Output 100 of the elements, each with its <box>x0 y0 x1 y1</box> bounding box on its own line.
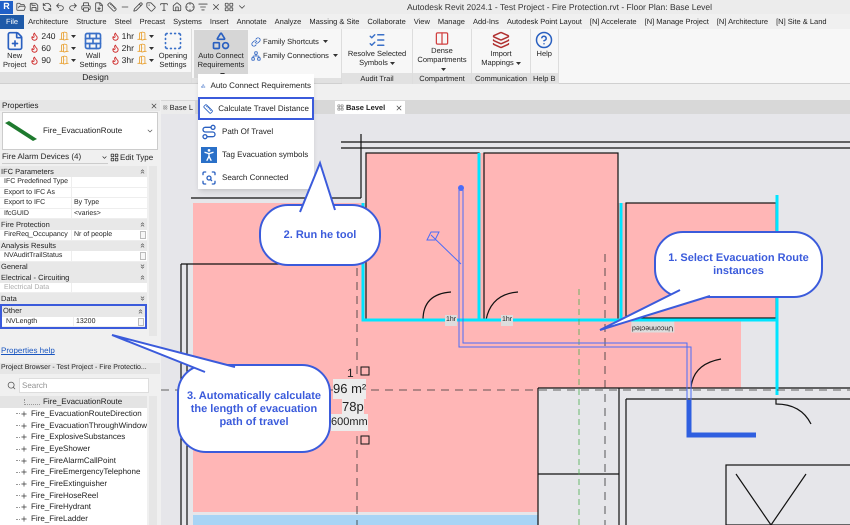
tree-item[interactable]: Fire_FireEmergencyTelephone <box>0 466 147 478</box>
checklist-icon <box>368 31 386 49</box>
fire-rating-button[interactable]: 2hr <box>110 42 134 54</box>
menu-item[interactable]: Calculate Travel Distance <box>198 97 314 120</box>
caret-icon <box>148 34 154 38</box>
door-dropdown-button[interactable] <box>58 30 76 42</box>
panel-title: Properties <box>2 100 38 112</box>
expand-icon[interactable] <box>139 295 146 302</box>
caret-icon <box>440 68 446 71</box>
menu-item[interactable]: Tag Evacuation symbols <box>198 143 314 166</box>
caret-icon <box>70 58 76 62</box>
fire-rating-button[interactable]: 60 <box>30 42 56 54</box>
grid-icon[interactable] <box>224 2 234 12</box>
callout-text: 3. Automatically calculate the length of evacuation path of travel <box>186 390 322 428</box>
expand-icon[interactable] <box>20 515 28 524</box>
expand-icon[interactable] <box>20 456 28 465</box>
tree-item[interactable]: Fire_EvacuationThroughWindow <box>0 420 147 432</box>
expand-icon[interactable] <box>20 445 28 454</box>
expand-icon[interactable] <box>20 480 28 488</box>
close-icon[interactable] <box>150 102 158 110</box>
expand-icon[interactable] <box>20 433 28 442</box>
undo-icon[interactable] <box>55 2 65 12</box>
door-dropdown-button[interactable] <box>58 54 76 66</box>
layers-icon <box>492 31 510 49</box>
grid-icon <box>110 153 119 162</box>
caret-icon <box>322 40 328 44</box>
door-icon <box>136 55 147 65</box>
door-dropdown-button[interactable] <box>136 30 154 42</box>
opening-icon <box>162 31 183 51</box>
fire-rating-button[interactable]: 90 <box>30 54 56 66</box>
network-icon <box>251 50 261 61</box>
fire-rating-button[interactable]: 240 <box>30 30 56 42</box>
crosshair-icon[interactable] <box>185 2 195 12</box>
search-field[interactable]: Search <box>19 378 149 393</box>
folder-icon[interactable] <box>16 2 26 12</box>
app-logo[interactable]: R <box>0 0 13 14</box>
callout-text: 1. Select Evacuation Route instances <box>667 252 810 278</box>
help-icon <box>535 31 554 49</box>
door-icon <box>58 55 69 65</box>
pencil-icon[interactable] <box>133 2 143 12</box>
tree-item[interactable]: Fire_FireHoseReel <box>0 490 147 502</box>
save-icon[interactable] <box>29 2 39 12</box>
room-area: 96 m² <box>333 379 366 398</box>
door-dropdown-button[interactable] <box>136 42 154 54</box>
category-dropdown[interactable]: Fire Alarm Devices (4) <box>2 152 108 164</box>
redo-icon[interactable] <box>68 2 78 12</box>
wall-icon <box>83 31 104 51</box>
door-dropdown-button[interactable] <box>58 42 76 54</box>
tree-item[interactable]: Fire_EyeShower <box>0 443 147 455</box>
plan-view-icon <box>337 104 344 111</box>
ruler-icon[interactable] <box>107 2 117 12</box>
route-icon <box>201 124 217 140</box>
collapse-icon[interactable] <box>139 168 146 176</box>
menu-item[interactable]: Search Connected <box>198 166 314 189</box>
expand-icon[interactable] <box>139 263 146 270</box>
expand-icon[interactable] <box>20 422 28 430</box>
type-selector[interactable]: Fire_EvacuationRoute <box>2 112 158 150</box>
print-icon[interactable] <box>81 2 91 12</box>
close-icon[interactable] <box>211 2 221 12</box>
expand-icon[interactable] <box>20 503 28 512</box>
tree-item[interactable]: Fire_ExplosiveSubstances <box>0 431 147 444</box>
menu-item[interactable]: Path Of Travel <box>198 120 314 143</box>
door-icon <box>136 43 147 53</box>
tree-item[interactable]: Fire_EvacuationRoute <box>0 396 147 408</box>
caret-icon <box>390 62 395 65</box>
edit-type-button[interactable]: Edit Type <box>110 152 154 164</box>
door-dropdown-button[interactable] <box>136 54 154 66</box>
expand-icon[interactable] <box>20 468 28 476</box>
room-height: 600mm <box>331 414 368 430</box>
shapes-icon <box>211 31 231 51</box>
collapse-icon[interactable] <box>139 274 146 282</box>
tag-icon[interactable] <box>146 2 156 12</box>
tree-item[interactable]: Fire_FireHydrant <box>0 502 147 514</box>
caret-icon <box>516 62 521 65</box>
plan-view-icon <box>163 104 168 111</box>
compartment-icon <box>433 31 451 46</box>
home-icon[interactable] <box>172 2 182 12</box>
export-icon[interactable] <box>94 2 104 12</box>
collapse-icon[interactable] <box>139 221 146 228</box>
fire-rating-button[interactable]: 3hr <box>110 54 134 66</box>
tree-item[interactable]: Fire_FireExtinguisher <box>0 478 147 490</box>
expand-icon[interactable] <box>20 492 28 500</box>
collapse-icon[interactable] <box>137 308 144 315</box>
text-icon[interactable] <box>159 2 169 12</box>
help-link[interactable]: Properties help <box>1 345 55 358</box>
link-icon <box>251 36 261 47</box>
search-icon <box>7 380 16 390</box>
fire-rating-button[interactable]: 1hr <box>110 30 134 42</box>
expand-icon[interactable] <box>20 410 28 418</box>
collapse-icon[interactable] <box>139 242 146 250</box>
sync-icon[interactable] <box>42 2 52 12</box>
panel-label: Design <box>0 72 191 83</box>
tree-item[interactable]: Fire_EvacuationRouteDirection <box>0 408 147 420</box>
close-icon[interactable] <box>395 104 403 112</box>
door-icon <box>136 31 147 41</box>
room-number: 1 <box>347 365 354 382</box>
caret-icon <box>332 54 338 58</box>
filter-icon[interactable] <box>198 2 208 12</box>
tree-item[interactable]: Fire_FireAlarmCallPoint <box>0 454 147 467</box>
tree-item[interactable]: Fire_FireLadder <box>0 513 147 525</box>
